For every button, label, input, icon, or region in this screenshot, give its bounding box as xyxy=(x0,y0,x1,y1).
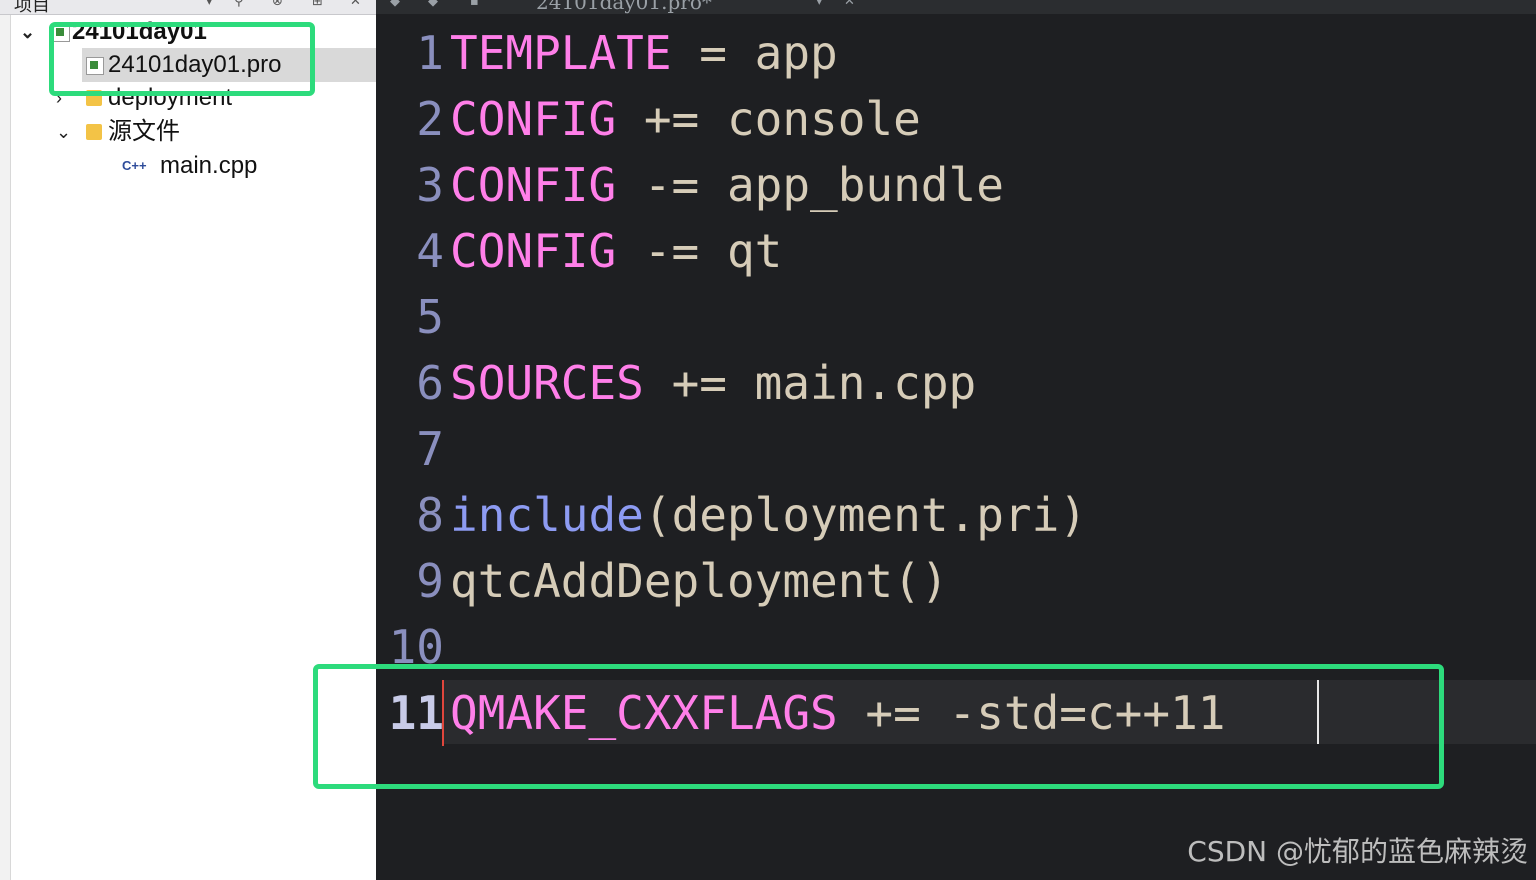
chevron-down-icon[interactable]: ⌄ xyxy=(56,116,71,148)
line-number: 5 xyxy=(416,290,444,344)
code-text: = app xyxy=(671,26,838,80)
code-text: -= app_bundle xyxy=(616,158,1004,212)
lock-icon: ▪ xyxy=(470,0,479,9)
forward-arrow-icon[interactable]: ◆ xyxy=(428,0,438,9)
code-text: -= qt xyxy=(616,224,783,278)
code-line[interactable]: CONFIG -= qt xyxy=(450,218,782,284)
project-panel-title: 项目 xyxy=(14,0,50,15)
code-keyword: CONFIG xyxy=(450,92,617,146)
line-number: 3 xyxy=(416,158,444,212)
code-line[interactable]: qtcAddDeployment() xyxy=(450,548,949,614)
highlight-box-pro-file xyxy=(49,22,315,96)
filter-icon[interactable]: ⚲ xyxy=(234,0,244,9)
code-text: += main.cpp xyxy=(643,356,977,410)
line-number: 8 xyxy=(416,488,444,542)
link-icon[interactable]: ⊗ xyxy=(272,0,283,9)
project-panel-header: 项目 ▾ ⚲ ⊗ ⊞ ✕ xyxy=(0,0,376,15)
code-text: (deployment.pri) xyxy=(643,488,1087,542)
back-arrow-icon[interactable]: ◆ xyxy=(390,0,400,9)
line-number: 7 xyxy=(416,422,444,476)
line-number: 2 xyxy=(416,92,444,146)
code-line[interactable]: include(deployment.pri) xyxy=(450,482,1087,548)
split-icon[interactable]: ⊞ xyxy=(312,0,323,9)
code-line[interactable]: CONFIG -= app_bundle xyxy=(450,152,1004,218)
line-number: 6 xyxy=(416,356,444,410)
code-line[interactable]: TEMPLATE = app xyxy=(450,20,838,86)
code-keyword: TEMPLATE xyxy=(450,26,672,80)
cpp-file-icon: C++ xyxy=(122,158,147,173)
tree-item-label: main.cpp xyxy=(160,152,258,179)
code-line[interactable]: SOURCES += main.cpp xyxy=(450,350,976,416)
editor-tab-bar: ◆ ◆ ▪ 24101day01.pro* ▾ ✕ xyxy=(376,0,1536,14)
code-keyword: CONFIG xyxy=(450,224,617,278)
code-keyword: CONFIG xyxy=(450,158,617,212)
chevron-down-icon[interactable]: ▾ xyxy=(816,0,823,9)
code-text: qtcAddDeployment() xyxy=(450,554,949,608)
close-icon[interactable]: ✕ xyxy=(844,0,855,9)
tab-pro-file[interactable]: 24101day01.pro* xyxy=(536,0,712,14)
window-left-edge xyxy=(0,0,11,880)
watermark: CSDN @忧郁的蓝色麻辣烫 xyxy=(1187,835,1528,868)
line-number: 1 xyxy=(416,26,444,80)
chevron-down-icon[interactable]: ⌄ xyxy=(20,16,35,48)
line-number: 4 xyxy=(416,224,444,278)
highlight-box-cxxflags xyxy=(313,664,1444,789)
code-keyword: SOURCES xyxy=(450,356,644,410)
close-icon[interactable]: ✕ xyxy=(350,0,361,9)
tree-item-label: 源文件 xyxy=(108,118,180,145)
folder-icon xyxy=(86,124,102,140)
code-function: include xyxy=(450,488,644,542)
chevron-down-icon[interactable]: ▾ xyxy=(206,0,213,9)
line-number: 9 xyxy=(416,554,444,608)
code-line[interactable]: CONFIG += console xyxy=(450,86,921,152)
code-text: += console xyxy=(616,92,921,146)
